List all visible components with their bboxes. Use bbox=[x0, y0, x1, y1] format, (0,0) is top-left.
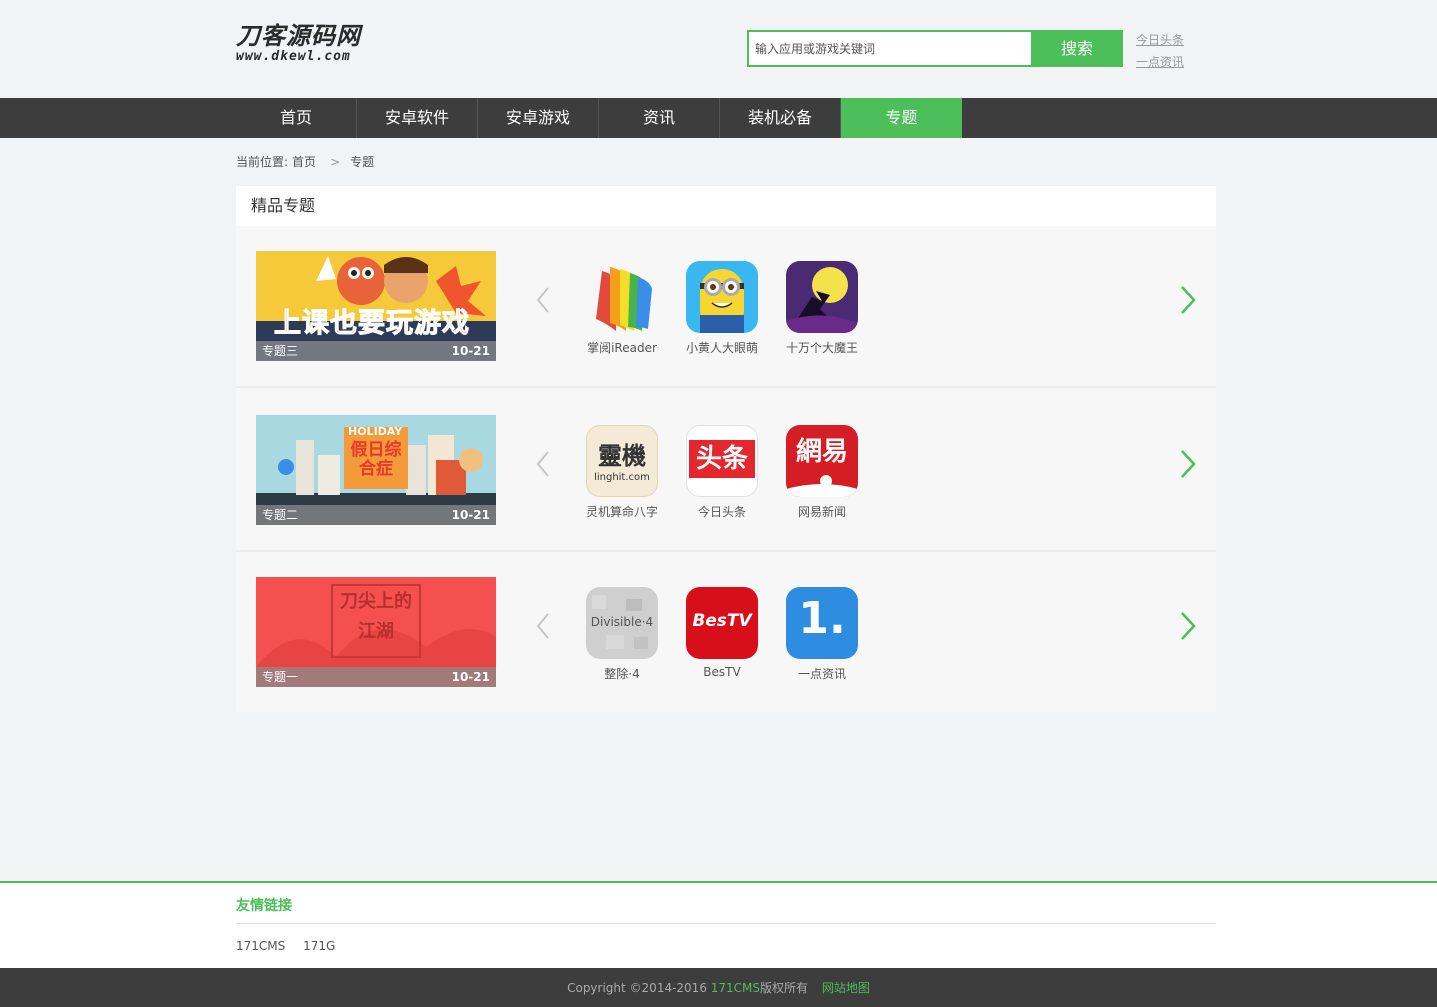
friend-links-section: 友情链接 171CMS 171G bbox=[0, 881, 1437, 968]
topic-row: 刀尖上的江湖 专题一 10-21 Divisible·4 整除·4 BesTV … bbox=[236, 552, 1216, 714]
yidian-icon-text: 1. bbox=[798, 593, 846, 644]
topic-banner-text: 假日综合症 bbox=[350, 440, 402, 479]
netease-news-icon: 網易 bbox=[786, 425, 858, 497]
yidian-icon: 1. bbox=[786, 587, 858, 659]
app-name: 掌阅iReader bbox=[587, 341, 657, 355]
topic-banner[interactable]: 上课也要玩游戏 专题三 10-21 bbox=[256, 251, 496, 361]
main-nav: 首页 安卓软件 安卓游戏 资讯 装机必备 专题 bbox=[0, 98, 1437, 138]
app-list: 掌阅iReader 小黄人大眼萌 十万个大魔王 bbox=[572, 261, 872, 356]
app-list: Divisible·4 整除·4 BesTV BesTV 1. 一点资讯 bbox=[572, 587, 872, 682]
ireader-book-icon bbox=[586, 261, 658, 333]
nav-item-topics[interactable]: 专题 bbox=[841, 98, 962, 138]
copyright-prefix: Copyright ©2014-2016 bbox=[567, 981, 711, 995]
friend-link[interactable]: 171G bbox=[303, 939, 335, 953]
chevron-right-icon[interactable] bbox=[1178, 611, 1198, 641]
topic-banner-subtext: HOLIDAY bbox=[348, 425, 403, 438]
search-box: 搜索 bbox=[747, 30, 1123, 67]
nav-item-android-apps[interactable]: 安卓软件 bbox=[357, 98, 478, 138]
topic-row: HOLIDAY 假日综合症 专题二 10-21 靈機 linghit.com 灵… bbox=[236, 390, 1216, 552]
topic-caption: 专题三 10-21 bbox=[256, 341, 496, 361]
chevron-left-icon[interactable] bbox=[534, 286, 552, 314]
minion-icon bbox=[686, 261, 758, 333]
logo-text: 刀客源码网 bbox=[236, 22, 361, 50]
linghit-icon-subtext: linghit.com bbox=[594, 472, 650, 483]
topic-banner-text: 刀尖上的江湖 bbox=[340, 591, 412, 642]
app-name: 整除·4 bbox=[604, 667, 640, 681]
copyright-bar: Copyright ©2014-2016 171CMS版权所有 网站地图 bbox=[0, 968, 1437, 1007]
topic-date: 10-21 bbox=[451, 344, 490, 358]
topic-caption: 专题一 10-21 bbox=[256, 667, 496, 687]
hot-links: 今日头条 一点资讯 bbox=[1136, 29, 1184, 73]
topic-name: 专题三 bbox=[262, 344, 299, 358]
nav-item-news[interactable]: 资讯 bbox=[599, 98, 720, 138]
topic-banner[interactable]: 刀尖上的江湖 专题一 10-21 bbox=[256, 577, 496, 687]
search-input[interactable] bbox=[749, 32, 1031, 65]
topic-banner-text: 上课也要玩游戏 bbox=[274, 308, 470, 340]
topic-date: 10-21 bbox=[451, 508, 490, 522]
copyright-suffix: 版权所有 bbox=[760, 981, 809, 995]
app-item[interactable]: BesTV BesTV bbox=[672, 587, 772, 682]
linghit-icon-text: 靈機 bbox=[598, 442, 646, 470]
app-name: 十万个大魔王 bbox=[785, 341, 858, 355]
app-item[interactable]: 網易 网易新闻 bbox=[772, 425, 872, 520]
sitemap-link[interactable]: 网站地图 bbox=[822, 981, 870, 995]
panel-title: 精品专题 bbox=[236, 186, 1216, 226]
header: 刀客源码网 www.dkewl.com 搜索 今日头条 一点资讯 bbox=[0, 0, 1437, 98]
breadcrumb: 当前位置: 首页 > 专题 bbox=[236, 153, 378, 170]
nav-item-android-games[interactable]: 安卓游戏 bbox=[478, 98, 599, 138]
bestv-icon: BesTV bbox=[686, 587, 758, 659]
topic-caption: 专题二 10-21 bbox=[256, 505, 496, 525]
app-item[interactable]: 掌阅iReader bbox=[572, 261, 672, 356]
breadcrumb-separator: > bbox=[330, 155, 341, 169]
divisible-icon: Divisible·4 bbox=[586, 587, 658, 659]
app-item[interactable]: 头条 今日头条 bbox=[672, 425, 772, 520]
chevron-left-icon[interactable] bbox=[534, 450, 552, 478]
logo-url: www.dkewl.com bbox=[236, 49, 351, 64]
ninja-moon-icon bbox=[786, 261, 858, 333]
site-logo[interactable]: 刀客源码网 www.dkewl.com bbox=[236, 22, 386, 67]
app-name: 网易新闻 bbox=[797, 505, 846, 519]
friend-links-title: 友情链接 bbox=[236, 898, 292, 914]
chevron-right-icon[interactable] bbox=[1178, 449, 1198, 479]
app-item[interactable]: 1. 一点资讯 bbox=[772, 587, 872, 682]
hot-link-yidian[interactable]: 一点资讯 bbox=[1136, 51, 1184, 73]
app-name: 今日头条 bbox=[697, 505, 746, 519]
topic-name: 专题二 bbox=[262, 508, 299, 522]
app-item[interactable]: 小黄人大眼萌 bbox=[672, 261, 772, 356]
bestv-icon-text: BesTV bbox=[692, 611, 752, 631]
toutiao-icon: 头条 bbox=[686, 425, 758, 497]
app-name: 小黄人大眼萌 bbox=[685, 341, 758, 355]
toutiao-icon-text: 头条 bbox=[695, 444, 748, 474]
app-item[interactable]: Divisible·4 整除·4 bbox=[572, 587, 672, 682]
app-item[interactable]: 十万个大魔王 bbox=[772, 261, 872, 356]
topic-name: 专题一 bbox=[262, 670, 299, 684]
friend-link[interactable]: 171CMS bbox=[236, 939, 285, 953]
friend-links: 171CMS 171G bbox=[236, 939, 349, 953]
breadcrumb-current: 专题 bbox=[350, 155, 375, 169]
divider bbox=[236, 923, 1216, 924]
topic-banner[interactable]: HOLIDAY 假日综合症 专题二 10-21 bbox=[256, 415, 496, 525]
app-list: 靈機 linghit.com 灵机算命八字 头条 今日头条 網易 网易新闻 bbox=[572, 425, 872, 520]
breadcrumb-prefix: 当前位置: bbox=[236, 155, 289, 169]
nav-item-essentials[interactable]: 装机必备 bbox=[720, 98, 841, 138]
linghit-icon: 靈機 linghit.com bbox=[586, 425, 658, 497]
app-name: 一点资讯 bbox=[797, 667, 846, 681]
search-button[interactable]: 搜索 bbox=[1031, 30, 1123, 67]
topics-panel: 精品专题 上课也要玩游戏 专题三 10-21 掌阅iReader 小黄人大眼萌 … bbox=[236, 186, 1216, 712]
chevron-left-icon[interactable] bbox=[534, 612, 552, 640]
app-name: 灵机算命八字 bbox=[585, 505, 658, 519]
app-item[interactable]: 靈機 linghit.com 灵机算命八字 bbox=[572, 425, 672, 520]
nav-item-home[interactable]: 首页 bbox=[236, 98, 357, 138]
topic-date: 10-21 bbox=[451, 670, 490, 684]
app-name: BesTV bbox=[703, 665, 741, 679]
topic-row: 上课也要玩游戏 专题三 10-21 掌阅iReader 小黄人大眼萌 十万个大魔… bbox=[236, 226, 1216, 388]
breadcrumb-home[interactable]: 首页 bbox=[292, 155, 316, 169]
copyright-brand[interactable]: 171CMS bbox=[711, 981, 760, 995]
hot-link-toutiao[interactable]: 今日头条 bbox=[1136, 29, 1184, 51]
chevron-right-icon[interactable] bbox=[1178, 285, 1198, 315]
divisible-icon-text: Divisible·4 bbox=[590, 615, 654, 629]
